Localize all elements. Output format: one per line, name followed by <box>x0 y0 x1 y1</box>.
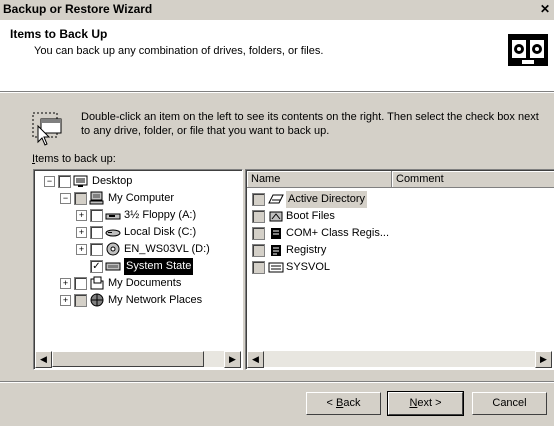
wizard-window: Backup or Restore Wizard ✕ Items to Back… <box>0 0 554 426</box>
tree-checkbox[interactable]: ✓ <box>90 260 103 273</box>
com-class-icon <box>268 226 284 240</box>
tree-checkbox[interactable] <box>74 294 87 307</box>
column-header-name[interactable]: Name <box>247 171 392 188</box>
list-checkbox[interactable] <box>252 261 265 274</box>
tree-checkbox[interactable] <box>90 209 103 222</box>
scroll-right-icon[interactable]: ▶ <box>535 351 552 368</box>
collapse-icon[interactable]: − <box>44 176 55 187</box>
expand-icon[interactable]: + <box>76 244 87 255</box>
registry-icon <box>268 243 284 257</box>
scroll-thumb[interactable] <box>52 351 204 367</box>
network-icon <box>89 293 105 307</box>
tree-item-label: My Computer <box>108 192 175 204</box>
title-bar[interactable]: Backup or Restore Wizard ✕ <box>0 0 554 20</box>
scroll-left-icon[interactable]: ◀ <box>247 351 264 368</box>
list-item[interactable]: COM+ Class Regis... <box>246 225 551 242</box>
expand-icon[interactable]: + <box>76 210 87 221</box>
page-subtitle: You can back up any combination of drive… <box>34 45 324 57</box>
list-checkbox[interactable] <box>252 244 265 257</box>
backup-wizard-icon <box>508 34 548 66</box>
window-title: Backup or Restore Wizard <box>3 2 153 16</box>
instruction-text: Double-click an item on the left to see … <box>81 111 539 137</box>
list-item[interactable]: Registry <box>246 242 551 259</box>
back-button[interactable]: < Back <box>306 392 381 415</box>
tree-item[interactable]: + My Network Places <box>34 292 240 309</box>
sysvol-icon <box>268 260 284 274</box>
list-item-label: SYSVOL <box>286 261 331 273</box>
list-item[interactable]: Boot Files <box>246 208 551 225</box>
scroll-left-icon[interactable]: ◀ <box>35 351 52 368</box>
tree-item[interactable]: − My Computer <box>34 190 240 207</box>
page-title: Items to Back Up <box>10 27 108 41</box>
list-item-label: COM+ Class Regis... <box>286 227 389 239</box>
list-checkbox[interactable] <box>252 193 265 206</box>
expand-icon[interactable]: + <box>60 295 71 306</box>
system-state-icon <box>105 259 121 273</box>
tree-item-label: System State <box>124 258 194 275</box>
floppy-icon <box>105 208 121 222</box>
tree-item-label: My Network Places <box>108 294 203 306</box>
tree-item-label: EN_WS03VL (D:) <box>124 243 210 255</box>
footer-divider-highlight <box>0 382 554 383</box>
tree-item[interactable]: − Desktop <box>34 173 240 190</box>
list-item-label: Registry <box>286 244 327 256</box>
pointer-hint-icon <box>32 112 62 146</box>
collapse-icon[interactable]: − <box>60 193 71 204</box>
list-item[interactable]: SYSVOL <box>246 259 551 276</box>
list-horizontal-scrollbar[interactable]: ◀ ▶ <box>247 351 552 368</box>
backup-tree[interactable]: − Desktop − My Computer +3½ Floppy (A:) + Loca… <box>33 169 243 370</box>
cdrom-icon <box>105 242 121 256</box>
list-item-label: Boot Files <box>286 210 335 222</box>
documents-icon <box>89 276 105 290</box>
disk-icon <box>105 225 121 239</box>
tree-item[interactable]: + Local Disk (C:) <box>34 224 240 241</box>
list-item-label: Active Directory <box>286 191 368 208</box>
tree-item-label: Desktop <box>92 175 133 187</box>
desktop-icon <box>73 174 89 188</box>
tree-horizontal-scrollbar[interactable]: ◀ ▶ <box>35 351 241 368</box>
wizard-header: Items to Back Up You can back up any com… <box>0 20 554 92</box>
boot-files-icon <box>268 209 284 223</box>
tree-item-label: Local Disk (C:) <box>124 226 197 238</box>
expand-icon[interactable]: + <box>76 227 87 238</box>
tree-item[interactable]: + EN_WS03VL (D:) <box>34 241 240 258</box>
column-header-comment[interactable]: Comment <box>392 171 554 188</box>
tree-item[interactable]: +3½ Floppy (A:) <box>34 207 240 224</box>
tree-checkbox[interactable] <box>58 175 71 188</box>
tree-checkbox[interactable] <box>90 226 103 239</box>
tree-item-label: 3½ Floppy (A:) <box>124 209 197 221</box>
tree-checkbox[interactable] <box>74 192 87 205</box>
items-to-back-up-label: Items to back up: <box>32 153 116 165</box>
tree-item[interactable]: + My Documents <box>34 275 240 292</box>
list-checkbox[interactable] <box>252 227 265 240</box>
cancel-button[interactable]: Cancel <box>472 392 547 415</box>
tree-item-label: My Documents <box>108 277 182 289</box>
computer-icon <box>89 191 105 205</box>
tree-item[interactable]: ✓ System State <box>34 258 240 275</box>
next-button[interactable]: Next > <box>387 391 464 416</box>
list-item[interactable]: Active Directory <box>246 191 551 208</box>
tree-checkbox[interactable] <box>90 243 103 256</box>
close-icon[interactable]: ✕ <box>538 3 552 16</box>
list-checkbox[interactable] <box>252 210 265 223</box>
active-directory-icon <box>268 192 284 206</box>
expand-icon[interactable]: + <box>60 278 71 289</box>
tree-checkbox[interactable] <box>74 277 87 290</box>
header-divider <box>0 92 554 93</box>
scroll-right-icon[interactable]: ▶ <box>224 351 241 368</box>
file-list[interactable]: Name Comment Active Directory Boot Files C… <box>245 169 554 370</box>
